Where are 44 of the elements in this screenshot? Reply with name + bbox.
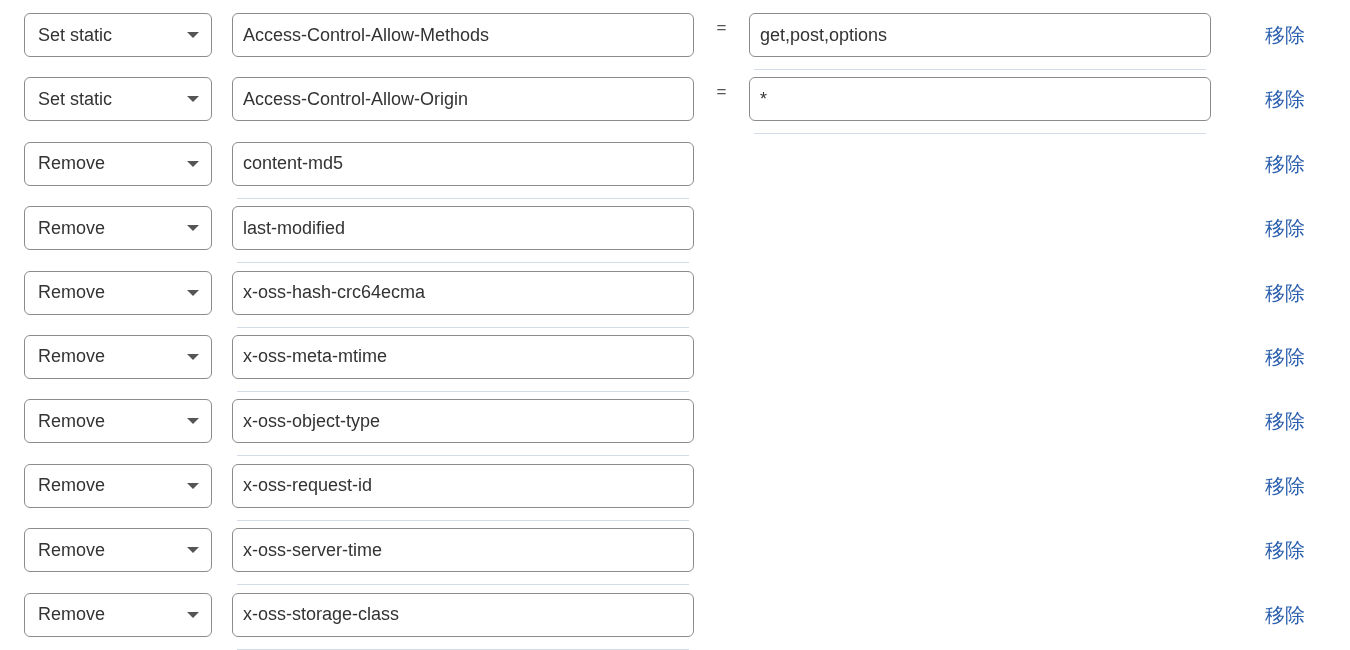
remove-link[interactable]: 移除 <box>1265 341 1305 372</box>
header-name-field[interactable]: Access-Control-Allow-Methods <box>232 13 694 57</box>
header-name-field[interactable]: last-modified <box>232 206 694 251</box>
action-dropdown[interactable]: Remove <box>24 206 212 251</box>
caret-down-icon <box>187 482 199 489</box>
action-dropdown[interactable]: Remove <box>24 592 212 637</box>
header-name-field[interactable]: content-md5 <box>232 141 694 186</box>
remove-link[interactable]: 移除 <box>1265 213 1305 244</box>
header-name-field[interactable]: x-oss-object-type <box>232 399 694 444</box>
caret-down-icon <box>187 225 199 232</box>
remove-link[interactable]: 移除 <box>1265 148 1305 179</box>
action-dropdown[interactable]: Set static <box>24 77 212 122</box>
header-name-field[interactable]: x-oss-request-id <box>232 463 694 508</box>
action-dropdown[interactable]: Remove <box>24 141 212 186</box>
header-name-field[interactable]: x-oss-server-time <box>232 528 694 573</box>
equals-sign: = <box>716 18 727 38</box>
action-dropdown[interactable]: Remove <box>24 463 212 508</box>
remove-link[interactable]: 移除 <box>1265 20 1305 50</box>
remove-link[interactable]: 移除 <box>1265 406 1305 437</box>
caret-down-icon <box>187 418 199 425</box>
caret-down-icon <box>187 353 199 360</box>
caret-down-icon <box>187 547 199 554</box>
remove-link[interactable]: 移除 <box>1265 599 1305 630</box>
action-dropdown[interactable]: Remove <box>24 270 212 315</box>
caret-down-icon <box>187 96 199 103</box>
header-value-field[interactable]: * <box>749 77 1211 122</box>
action-dropdown[interactable]: Remove <box>24 334 212 379</box>
action-dropdown[interactable]: Remove <box>24 399 212 444</box>
action-dropdown[interactable]: Remove <box>24 528 212 573</box>
header-value-field[interactable]: get,post,options <box>749 13 1211 57</box>
caret-down-icon <box>187 611 199 618</box>
header-name-field[interactable]: x-oss-hash-crc64ecma <box>232 270 694 315</box>
caret-down-icon <box>187 289 199 296</box>
header-name-field[interactable]: Access-Control-Allow-Origin <box>232 77 694 122</box>
remove-link[interactable]: 移除 <box>1265 470 1305 501</box>
caret-down-icon <box>187 32 199 38</box>
remove-link[interactable]: 移除 <box>1265 84 1305 115</box>
remove-link[interactable]: 移除 <box>1265 535 1305 566</box>
equals-sign: = <box>716 82 727 103</box>
caret-down-icon <box>187 160 199 167</box>
header-name-field[interactable]: x-oss-storage-class <box>232 592 694 637</box>
remove-link[interactable]: 移除 <box>1265 277 1305 308</box>
action-dropdown[interactable]: Set static <box>24 13 212 57</box>
header-name-field[interactable]: x-oss-meta-mtime <box>232 334 694 379</box>
